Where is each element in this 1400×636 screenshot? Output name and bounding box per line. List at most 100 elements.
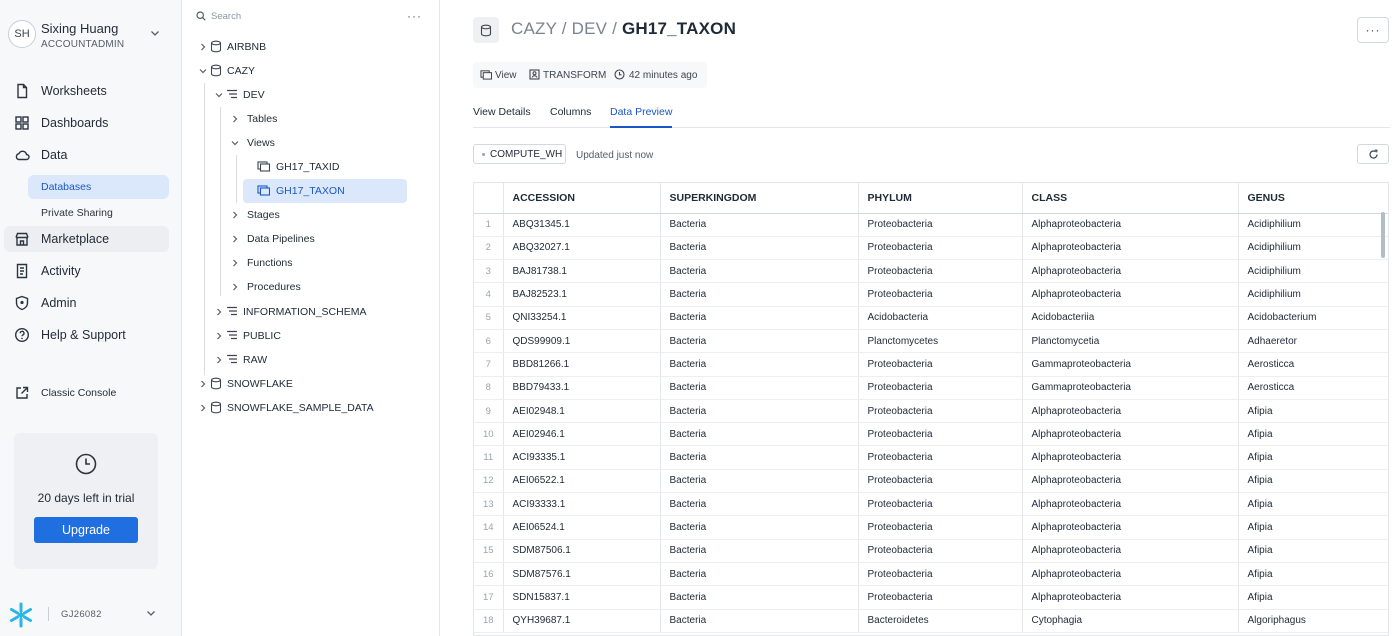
table-cell[interactable]: Bacteria	[660, 445, 859, 470]
column-header[interactable]: SUPERKINGDOM	[660, 183, 859, 214]
column-header[interactable]: ACCESSION	[503, 183, 661, 214]
tree-node-snowflake-sample-data[interactable]: SNOWFLAKE_SAMPLE_DATA	[182, 396, 440, 420]
table-cell[interactable]: Alphaproteobacteria	[1022, 399, 1239, 424]
nav-marketplace[interactable]: Marketplace	[4, 226, 169, 252]
table-cell[interactable]: Proteobacteria	[858, 422, 1023, 447]
nav-private-sharing[interactable]: Private Sharing	[28, 201, 169, 225]
table-cell[interactable]: Bacteria	[660, 469, 859, 494]
table-cell[interactable]: Proteobacteria	[858, 469, 1023, 494]
table-cell[interactable]: BAJ82523.1	[503, 282, 661, 307]
table-cell[interactable]: QYH39687.1	[503, 609, 661, 633]
table-cell[interactable]: Bacteria	[660, 329, 859, 354]
table-cell[interactable]: Bacteria	[660, 306, 859, 330]
table-cell[interactable]: Proteobacteria	[858, 539, 1023, 563]
column-header[interactable]: CLASS	[1022, 183, 1239, 214]
table-cell[interactable]: Planctomycetia	[1022, 329, 1239, 354]
table-cell[interactable]: Bacteria	[660, 352, 859, 377]
tree-node-data-pipelines[interactable]: Data Pipelines	[182, 227, 440, 251]
breadcrumb-path[interactable]: CAZY / DEV /	[511, 19, 622, 38]
table-cell[interactable]: Aerosticca	[1238, 352, 1388, 377]
table-row[interactable]: 2 ABQ32027.1 Bacteria Proteobacteria Alphapr…	[474, 236, 1388, 261]
table-cell[interactable]: Bacteria	[660, 213, 859, 237]
table-cell[interactable]: Alphaproteobacteria	[1022, 259, 1239, 284]
table-cell[interactable]: Afipia	[1238, 492, 1388, 517]
table-cell[interactable]: Adhaeretor	[1238, 329, 1388, 354]
table-cell[interactable]: QNI33254.1	[503, 306, 661, 330]
table-cell[interactable]: Proteobacteria	[858, 445, 1023, 470]
nav-databases[interactable]: Databases	[28, 175, 169, 199]
tree-node-gh17-taxon[interactable]: GH17_TAXON	[243, 179, 407, 203]
table-row[interactable]: 8 BBD79433.1 Bacteria Proteobacteria Gammapr…	[474, 376, 1388, 400]
table-cell[interactable]: Bacteroidetes	[858, 609, 1023, 633]
table-cell[interactable]: Alphaproteobacteria	[1022, 585, 1239, 610]
table-cell[interactable]: Alphaproteobacteria	[1022, 236, 1239, 261]
account-switcher[interactable]: GJ26082	[8, 601, 174, 628]
table-cell[interactable]: Proteobacteria	[858, 492, 1023, 517]
table-row[interactable]: 5 QNI33254.1 Bacteria Acidobacteria Acidobac…	[474, 306, 1388, 330]
table-cell[interactable]: Proteobacteria	[858, 585, 1023, 610]
table-cell[interactable]: Acidiphilium	[1238, 236, 1388, 261]
table-cell[interactable]: BBD79433.1	[503, 376, 661, 400]
table-row[interactable]: 14 AEI06524.1 Bacteria Proteobacteria Alphap…	[474, 515, 1388, 540]
tree-node-views[interactable]: Views	[182, 131, 440, 155]
table-cell[interactable]: Algoriphagus	[1238, 609, 1388, 633]
table-cell[interactable]: ACI93335.1	[503, 445, 661, 470]
table-cell[interactable]: ACI93333.1	[503, 492, 661, 517]
nav-worksheets[interactable]: Worksheets	[4, 78, 169, 104]
table-cell[interactable]: Bacteria	[660, 282, 859, 307]
table-cell[interactable]: Acidiphilium	[1238, 259, 1388, 284]
table-cell[interactable]: Acidobacteria	[858, 306, 1023, 330]
table-cell[interactable]: Bacteria	[660, 236, 859, 261]
table-row[interactable]: 10 AEI02946.1 Bacteria Proteobacteria Alphap…	[474, 422, 1388, 447]
table-cell[interactable]: AEI02946.1	[503, 422, 661, 447]
nav-data[interactable]: Data	[4, 142, 169, 168]
table-row[interactable]: 12 AEI06522.1 Bacteria Proteobacteria Alphap…	[474, 469, 1388, 494]
table-row[interactable]: 15 SDM87506.1 Bacteria Proteobacteria Alphap…	[474, 539, 1388, 563]
tree-node-stages[interactable]: Stages	[182, 203, 440, 227]
table-cell[interactable]: AEI06524.1	[503, 515, 661, 540]
nav-classic-console[interactable]: Classic Console	[4, 380, 169, 406]
table-cell[interactable]: Afipia	[1238, 585, 1388, 610]
user-menu[interactable]: SH Sixing Huang ACCOUNTADMIN	[8, 18, 174, 52]
nav-dashboards[interactable]: Dashboards	[4, 110, 169, 136]
table-cell[interactable]: Bacteria	[660, 609, 859, 633]
table-cell[interactable]: Bacteria	[660, 585, 859, 610]
table-cell[interactable]: Alphaproteobacteria	[1022, 515, 1239, 540]
table-cell[interactable]: Gammaproteobacteria	[1022, 352, 1239, 377]
table-cell[interactable]: Alphaproteobacteria	[1022, 282, 1239, 307]
table-cell[interactable]: SDM87576.1	[503, 562, 661, 587]
table-cell[interactable]: Cytophagia	[1022, 609, 1239, 633]
table-cell[interactable]: Aerosticca	[1238, 376, 1388, 400]
tree-node-airbnb[interactable]: AIRBNB	[182, 35, 440, 59]
table-cell[interactable]: Alphaproteobacteria	[1022, 562, 1239, 587]
table-cell[interactable]: Afipia	[1238, 422, 1388, 447]
table-cell[interactable]: Acidiphilium	[1238, 282, 1388, 307]
table-cell[interactable]: Proteobacteria	[858, 213, 1023, 237]
tree-node-procedures[interactable]: Procedures	[182, 275, 440, 299]
table-cell[interactable]: Acidobacterium	[1238, 306, 1388, 330]
table-row[interactable]: 17 SDN15837.1 Bacteria Proteobacteria Alphap…	[474, 585, 1388, 610]
nav-admin[interactable]: Admin	[4, 290, 169, 316]
table-cell[interactable]: Alphaproteobacteria	[1022, 469, 1239, 494]
nav-activity[interactable]: Activity	[4, 258, 169, 284]
table-cell[interactable]: SDN15837.1	[503, 585, 661, 610]
table-cell[interactable]: Bacteria	[660, 399, 859, 424]
table-cell[interactable]: Bacteria	[660, 515, 859, 540]
table-cell[interactable]: Alphaproteobacteria	[1022, 445, 1239, 470]
table-cell[interactable]: Gammaproteobacteria	[1022, 376, 1239, 400]
table-row[interactable]: 7 BBD81266.1 Bacteria Proteobacteria Gammapr…	[474, 352, 1388, 377]
table-cell[interactable]: Bacteria	[660, 422, 859, 447]
table-cell[interactable]: Afipia	[1238, 469, 1388, 494]
vertical-scrollbar[interactable]	[1381, 212, 1385, 258]
table-cell[interactable]: ABQ32027.1	[503, 236, 661, 261]
nav-help[interactable]: Help & Support	[4, 322, 169, 348]
table-row[interactable]: 9 AEI02948.1 Bacteria Proteobacteria Alphapr…	[474, 399, 1388, 424]
table-cell[interactable]: AEI06522.1	[503, 469, 661, 494]
table-row[interactable]: 11 ACI93335.1 Bacteria Proteobacteria Alphap…	[474, 445, 1388, 470]
table-cell[interactable]: Afipia	[1238, 515, 1388, 540]
table-cell[interactable]: Alphaproteobacteria	[1022, 422, 1239, 447]
table-cell[interactable]: Afipia	[1238, 399, 1388, 424]
table-row[interactable]: 6 QDS99909.1 Bacteria Planctomycetes Plancto…	[474, 329, 1388, 354]
more-options-button[interactable]: ···	[407, 9, 422, 23]
table-cell[interactable]: Acidobacteriia	[1022, 306, 1239, 330]
